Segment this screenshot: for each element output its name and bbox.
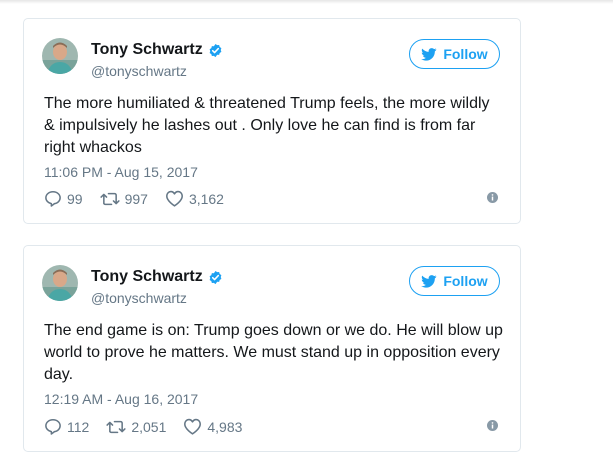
reply-action[interactable]: 99 bbox=[44, 190, 83, 207]
tweet-card[interactable]: Tony Schwartz @tonyschwartz Follow The m… bbox=[23, 18, 521, 224]
author-name[interactable]: Tony Schwartz bbox=[91, 41, 203, 59]
like-action[interactable]: 4,983 bbox=[183, 418, 242, 435]
tweet-timestamp[interactable]: 12:19 AM - Aug 16, 2017 bbox=[44, 391, 198, 407]
follow-label: Follow bbox=[443, 46, 488, 62]
tweet-text: The more humiliated & threatened Trump f… bbox=[44, 95, 490, 156]
bird-icon bbox=[421, 47, 437, 61]
info-icon[interactable] bbox=[487, 192, 498, 203]
like-action[interactable]: 3,162 bbox=[165, 190, 224, 207]
reply-icon bbox=[45, 419, 61, 435]
like-count: 4,983 bbox=[207, 418, 243, 435]
tweet-text: The end game is on: Trump goes down or w… bbox=[44, 322, 503, 383]
retweet-icon bbox=[99, 192, 120, 205]
author-name[interactable]: Tony Schwartz bbox=[91, 268, 203, 286]
retweet-icon bbox=[106, 420, 126, 433]
retweet-count: 2,051 bbox=[131, 418, 167, 435]
tweet-actions: 112 2,051 4,983 bbox=[44, 418, 242, 435]
tweet-card[interactable]: Tony Schwartz @tonyschwartz Follow The e… bbox=[23, 245, 521, 452]
tweet-timestamp[interactable]: 11:06 PM - Aug 15, 2017 bbox=[44, 164, 198, 180]
retweet-action[interactable]: 2,051 bbox=[106, 419, 166, 435]
author-handle[interactable]: @tonyschwartz bbox=[91, 290, 187, 306]
like-icon bbox=[165, 190, 183, 207]
reply-count: 99 bbox=[67, 190, 83, 207]
follow-button[interactable]: Follow bbox=[409, 266, 500, 296]
retweet-count: 997 bbox=[124, 190, 148, 207]
reply-count: 112 bbox=[67, 418, 90, 435]
info-icon[interactable] bbox=[487, 420, 498, 431]
top-shadow-divider bbox=[0, 0, 613, 4]
author-handle[interactable]: @tonyschwartz bbox=[91, 63, 187, 79]
follow-label: Follow bbox=[443, 273, 488, 289]
verified-badge-icon bbox=[209, 43, 222, 57]
reply-icon bbox=[45, 191, 61, 207]
tweet-actions: 99 997 3,162 bbox=[44, 190, 224, 207]
avatar[interactable] bbox=[42, 38, 78, 74]
avatar[interactable] bbox=[42, 265, 78, 301]
bird-icon bbox=[421, 274, 437, 288]
verified-badge-icon bbox=[209, 270, 222, 284]
reply-action[interactable]: 112 bbox=[44, 418, 89, 435]
like-icon bbox=[184, 418, 202, 435]
retweet-action[interactable]: 997 bbox=[99, 190, 148, 207]
like-count: 3,162 bbox=[188, 190, 224, 207]
follow-button[interactable]: Follow bbox=[409, 39, 500, 69]
